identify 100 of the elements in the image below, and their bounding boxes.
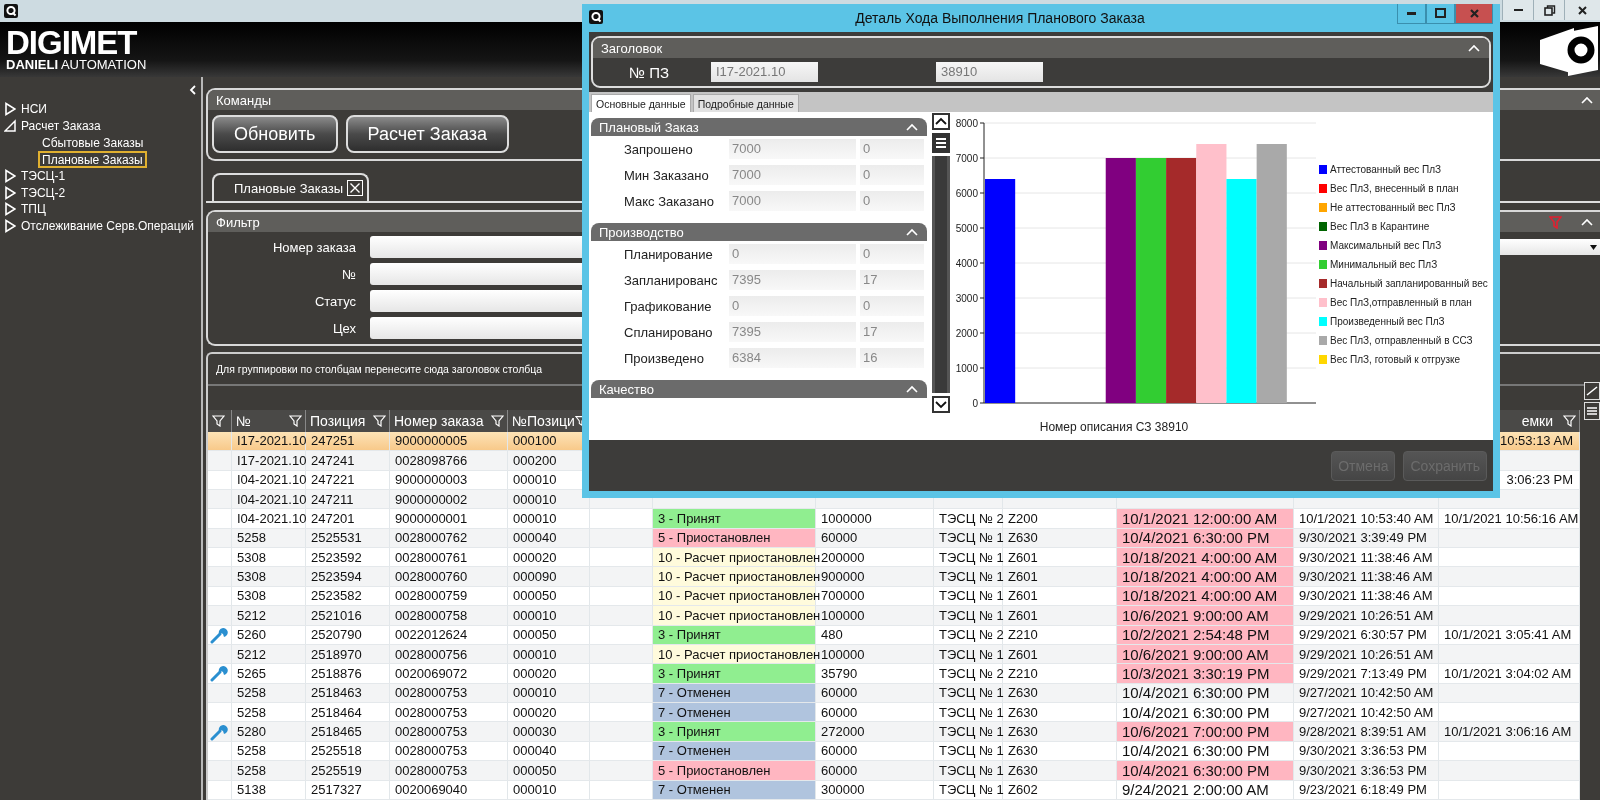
app-icon: [589, 10, 603, 24]
collapse-icon[interactable]: [189, 85, 197, 95]
section-header[interactable]: Плановый Заказ: [591, 118, 927, 136]
scroll-down-button[interactable]: [932, 396, 950, 413]
scroll-thumb[interactable]: [932, 133, 950, 153]
table-row[interactable]: 5308 2523592 0028000761 000020 10 - Расчет приостановлен200000 ТЭСЦ № 1 Z601 10/18/2021 4:00:00 AM 9/30/2021 11:38:46 AM: [208, 548, 1580, 568]
table-row[interactable]: 5265 2518876 0020069072 000020 3 - Принят 35790 ТЭСЦ № 2 Z210 10/3/2021 3:30:19 PM 9/29/2021 7:13:49 PM 10/1/2021 3:04:02 AM: [208, 664, 1580, 684]
table-cell: 0028000753: [390, 683, 508, 702]
filter-icon[interactable]: [491, 414, 504, 428]
tick-label: 6000: [955, 187, 978, 199]
column-header[interactable]: Позиция: [310, 412, 366, 429]
table-cell: 7 - Отменен: [653, 703, 816, 722]
filter-icon[interactable]: [289, 414, 302, 428]
field-label: Графикование: [623, 298, 713, 314]
field-label: Цех: [331, 320, 356, 336]
value-field: 0: [860, 139, 924, 159]
table-cell: 0028098766: [390, 451, 508, 470]
column-header[interactable]: емки: [1521, 412, 1553, 429]
table-row[interactable]: I04-2021.10 247201 9000000001 000010 3 - Принят 1000000 ТЭСЦ № 2 Z200 10/1/2021 12:00:00 AM 10/1/2021 10:53:40 AM 10/1/2021 10:56:16 AM: [208, 509, 1580, 529]
tree-item[interactable]: ТЭСЦ-2: [0, 184, 66, 201]
value-field: 0: [860, 191, 924, 211]
tab[interactable]: Плановые Заказы: [212, 173, 370, 201]
table-cell: 5260: [232, 625, 306, 644]
command-button[interactable]: Расчет Заказа: [345, 115, 509, 153]
table-cell: 9/28/2021 8:39:51 AM: [1294, 722, 1439, 741]
tree-item[interactable]: НСИ: [0, 101, 47, 118]
table-row[interactable]: 5258 2525518 0028000753 000040 7 - Отменен 60000 ТЭСЦ № 1 Z630 10/4/2021 6:30:00 PM 9/30/2021 3:36:53 PM: [208, 741, 1580, 762]
table-row[interactable]: 5308 2523594 0028000760 000090 10 - Расчет приостановлен900000 ТЭСЦ № 1 Z601 10/18/2021 4:00:00 AM 9/30/2021 11:38:46 AM: [208, 567, 1580, 587]
value-field: 0: [860, 244, 924, 264]
tab[interactable]: Подробные данные: [692, 94, 799, 112]
triangle-icon[interactable]: [4, 102, 16, 117]
table-cell: I04-2021.10: [232, 470, 306, 489]
triangle-icon[interactable]: [4, 118, 16, 133]
minimize-button[interactable]: [1397, 4, 1426, 24]
maximize-icon: [1434, 7, 1447, 20]
table-row[interactable]: 5258 2525531 0028000762 000040 5 - Приостановлен 60000 ТЭСЦ № 1 Z630 10/4/2021 6:30:00 PM 9/30/2021 3:39:49 PM: [208, 528, 1580, 548]
tick-label: 0: [972, 397, 978, 409]
minimize-icon: [1407, 12, 1416, 15]
table-cell: 0028000759: [390, 586, 508, 606]
triangle-icon[interactable]: [4, 169, 16, 184]
panel-title: Заголовок: [601, 40, 663, 56]
table-cell: 10/1/2021 3:06:16 AM: [1439, 722, 1580, 741]
triangle-icon[interactable]: [4, 218, 16, 233]
table-cell: 60000: [816, 528, 934, 547]
menu-button[interactable]: [1584, 402, 1600, 420]
table-row[interactable]: 5280 2518465 0028000753 000030 3 - Принят 272000 ТЭСЦ № 1 Z630 10/6/2021 7:00:00 PM 9/28/2021 8:39:51 AM 10/1/2021 3:06:16 AM: [208, 722, 1580, 742]
logo-tagline: DANIELI AUTOMATION: [6, 58, 147, 72]
tab[interactable]: Основные данные: [591, 94, 691, 112]
close-button[interactable]: [1564, 0, 1600, 20]
section-header[interactable]: Качество: [591, 380, 927, 398]
tree-item[interactable]: Сбытовые Заказы: [38, 134, 148, 151]
field-label: № ПЗ: [629, 63, 671, 81]
close-icon[interactable]: [347, 180, 364, 196]
column-header[interactable]: Номер заказа: [394, 412, 484, 429]
triangle-icon[interactable]: [4, 185, 16, 200]
column-header[interactable]: №Позици: [512, 412, 575, 429]
table-cell: 9000000002: [390, 489, 508, 509]
tree-item[interactable]: ТПЦ: [0, 201, 46, 218]
command-button[interactable]: Обновить: [212, 115, 338, 153]
filter-icon[interactable]: [1563, 414, 1576, 428]
table-row[interactable]: 5308 2523582 0028000759 000050 10 - Расчет приостановлен700000 ТЭСЦ № 1 Z601 10/18/2021 4:00:00 AM 9/30/2021 11:38:46 AM: [208, 586, 1580, 607]
legend-label: Не аттестованный вес ПлЗ: [1330, 202, 1456, 213]
logo-wordmark: DIGIMET: [6, 27, 137, 58]
scroll-up-button[interactable]: [932, 113, 950, 130]
table-cell: 2518464: [306, 703, 390, 722]
minimize-button[interactable]: [1502, 0, 1533, 20]
section-header[interactable]: Производство: [591, 223, 927, 241]
tree-item[interactable]: Расчет Заказа: [0, 117, 101, 134]
scroll-track[interactable]: [932, 156, 950, 393]
table-row[interactable]: 5258 2518464 0028000753 000020 7 - Отменен 60000 ТЭСЦ № 1 Z630 10/4/2021 6:30:00 PM 9/27/2021 10:42:50 AM: [208, 703, 1580, 723]
value-field: 7395: [729, 270, 856, 290]
triangle-icon[interactable]: [4, 202, 16, 217]
table-cell: ТЭСЦ № 1: [934, 548, 1003, 567]
column-header[interactable]: №: [236, 412, 252, 429]
table-cell: 5258: [232, 703, 306, 722]
table-row[interactable]: 5258 2525519 0028000753 000050 5 - Приостановлен 60000 ТЭСЦ № 1 Z630 10/4/2021 6:30:00 PM 9/30/2021 3:36:53 PM: [208, 761, 1580, 781]
table-cell: I04-2021.10: [232, 489, 306, 509]
value-field: 17: [860, 270, 924, 290]
table-cell: Z630: [1003, 741, 1117, 761]
tree-item[interactable]: Плановые Заказы: [38, 151, 147, 168]
filter-icon[interactable]: [373, 414, 386, 428]
table-row[interactable]: 5258 2518463 0028000753 000010 7 - Отменен 60000 ТЭСЦ № 1 Z630 10/4/2021 6:30:00 PM 9/27/2021 10:42:50 AM: [208, 683, 1580, 703]
table-cell: 0020069040: [390, 780, 508, 799]
legend-label: Вес ПлЗ в Карантине: [1330, 221, 1430, 232]
table-cell: 5258: [232, 528, 306, 547]
table-row[interactable]: 5260 2520790 0022012624 000050 3 - Принят 480 ТЭСЦ № 2 Z210 10/2/2021 2:54:48 PM 9/29/2021 6:30:57 PM 10/1/2021 3:05:41 AM: [208, 625, 1580, 645]
expand-button[interactable]: [1584, 382, 1600, 400]
maximize-button[interactable]: [1426, 4, 1455, 24]
restore-button[interactable]: [1533, 0, 1564, 20]
table-cell: 0028000753: [390, 722, 508, 741]
table-cell: I04-2021.10: [232, 509, 306, 528]
table-row[interactable]: 5212 2518970 0028000756 000010 10 - Расчет приостановлен100000 ТЭСЦ № 1 Z601 10/6/2021 9:00:00 AM 9/29/2021 10:26:51 AM: [208, 644, 1580, 665]
table-row[interactable]: 5212 2521016 0028000758 000010 10 - Расчет приостановлен100000 ТЭСЦ № 1 Z601 10/6/2021 9:00:00 AM 9/29/2021 10:26:51 AM: [208, 606, 1580, 626]
table-cell: 5308: [232, 548, 306, 567]
filter-icon[interactable]: [212, 414, 225, 428]
tree-item[interactable]: Отслеживание Серв.Операций: [0, 217, 195, 234]
table-row[interactable]: 5138 2517327 0020069040 000010 7 - Отменен 300000 ТЭСЦ № 1 Z602 9/24/2021 2:00:00 AM 9/23/2021 6:18:49 PM: [208, 780, 1580, 800]
value-field: 6384: [729, 348, 856, 368]
chevron-down-icon: [935, 400, 947, 409]
tree-item[interactable]: ТЭСЦ-1: [0, 168, 66, 185]
